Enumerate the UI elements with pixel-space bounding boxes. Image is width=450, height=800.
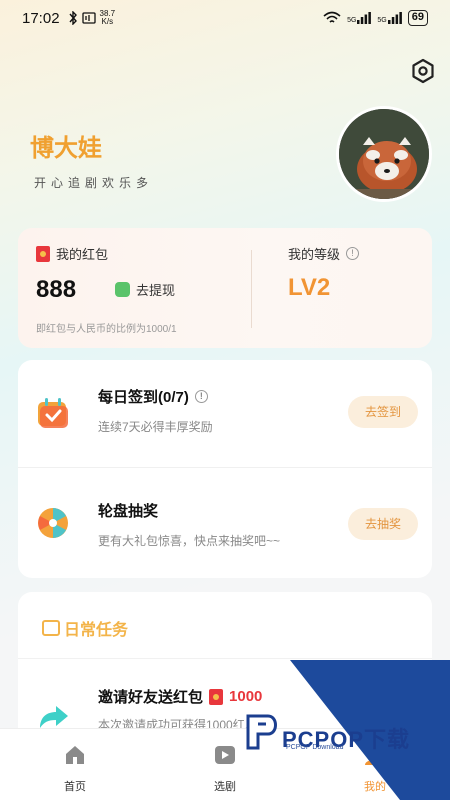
level-value: LV2	[288, 274, 331, 301]
signal-1: 5G	[347, 12, 372, 24]
info-icon[interactable]: !	[346, 247, 360, 260]
signal-bars-icon	[357, 12, 372, 24]
nfc-icon	[81, 12, 96, 24]
tab-home-label: 首页	[64, 781, 86, 793]
signal-2-label: 5G	[377, 17, 387, 24]
lottery-desc: 更有大礼包惊喜，快点来抽奖吧~~	[98, 534, 281, 548]
checkin-title: 每日签到(0/7) !	[98, 386, 208, 407]
avatar[interactable]	[336, 106, 432, 202]
lottery-title: 轮盘抽奖	[98, 500, 158, 521]
calendar-check-icon	[38, 398, 68, 428]
checkin-row: 每日签到(0/7) ! 连续7天必得丰厚奖励 去签到	[18, 360, 432, 468]
lottery-row: 轮盘抽奖 更有大礼包惊喜，快点来抽奖吧~~ 去抽奖	[18, 470, 432, 578]
wallet-divider	[251, 250, 252, 328]
red-envelope-icon	[209, 688, 224, 705]
network-speed-unit: K/s	[101, 17, 114, 26]
status-bar: 17:02 38.7 K/s 5G 5G 69	[0, 0, 450, 36]
profile-slogan: 开心追剧欢乐多	[34, 176, 154, 190]
checkin-info-icon[interactable]: !	[194, 390, 208, 403]
video-icon	[215, 746, 235, 764]
tab-home[interactable]: 首页	[0, 729, 150, 800]
status-left-icons: 38.7 K/s	[68, 10, 116, 26]
tab-dramas-label: 选剧	[214, 781, 236, 793]
settings-gear-icon[interactable]	[410, 58, 436, 84]
signal-1-label: 5G	[347, 17, 357, 24]
wallet-card: 我的红包 888 去提现 即红包与人民币的比例为1000/1 我的等级 ! LV…	[18, 228, 432, 348]
withdraw-button[interactable]: 去提现	[115, 280, 175, 299]
status-right-icons: 5G 5G 69	[323, 10, 428, 26]
task-list-icon	[42, 620, 60, 636]
watermark-logo-icon	[246, 714, 277, 750]
invite-title: 邀请好友送红包 1000	[98, 686, 262, 707]
lottery-title-label: 轮盘抽奖	[98, 503, 159, 520]
checkin-desc: 连续7天必得丰厚奖励	[98, 420, 213, 434]
checkin-title-label: 每日签到(0/7)	[98, 389, 189, 406]
battery-indicator: 69	[407, 10, 428, 26]
tasks-card: 每日签到(0/7) ! 连续7天必得丰厚奖励 去签到 轮盘抽奖 更有大礼包惊喜，…	[18, 360, 432, 578]
invite-title-label: 邀请好友送红包	[98, 689, 204, 706]
wallet-withdraw-icon	[115, 282, 130, 297]
level-title-label: 我的等级	[288, 247, 341, 262]
watermark-subtitle: PCPOP Download	[286, 744, 344, 751]
checkin-button[interactable]: 去签到	[348, 396, 418, 428]
signal-2: 5G	[377, 12, 402, 24]
withdraw-label: 去提现	[136, 283, 176, 298]
wallet-title: 我的红包	[36, 244, 108, 263]
invite-reward-amount: 1000	[229, 688, 263, 705]
status-time: 17:02	[22, 9, 60, 27]
wallet-title-label: 我的红包	[56, 247, 109, 262]
daily-tasks-header: 日常任务	[42, 616, 128, 640]
wifi-icon	[323, 11, 341, 23]
bluetooth-icon	[69, 11, 77, 25]
daily-tasks-title: 日常任务	[64, 622, 129, 639]
red-envelope-icon	[36, 245, 50, 262]
signal-bars-icon	[387, 12, 402, 24]
lottery-button[interactable]: 去抽奖	[348, 508, 418, 540]
level-title: 我的等级 !	[288, 244, 360, 263]
wallet-amount: 888	[36, 276, 77, 303]
daily-divider	[18, 658, 432, 659]
username: 博大娃	[30, 135, 102, 162]
wheel-icon	[38, 508, 68, 538]
exchange-ratio-text: 即红包与人民币的比例为1000/1	[36, 324, 177, 335]
network-speed: 38.7 K/s	[100, 10, 116, 26]
home-icon	[66, 746, 84, 764]
